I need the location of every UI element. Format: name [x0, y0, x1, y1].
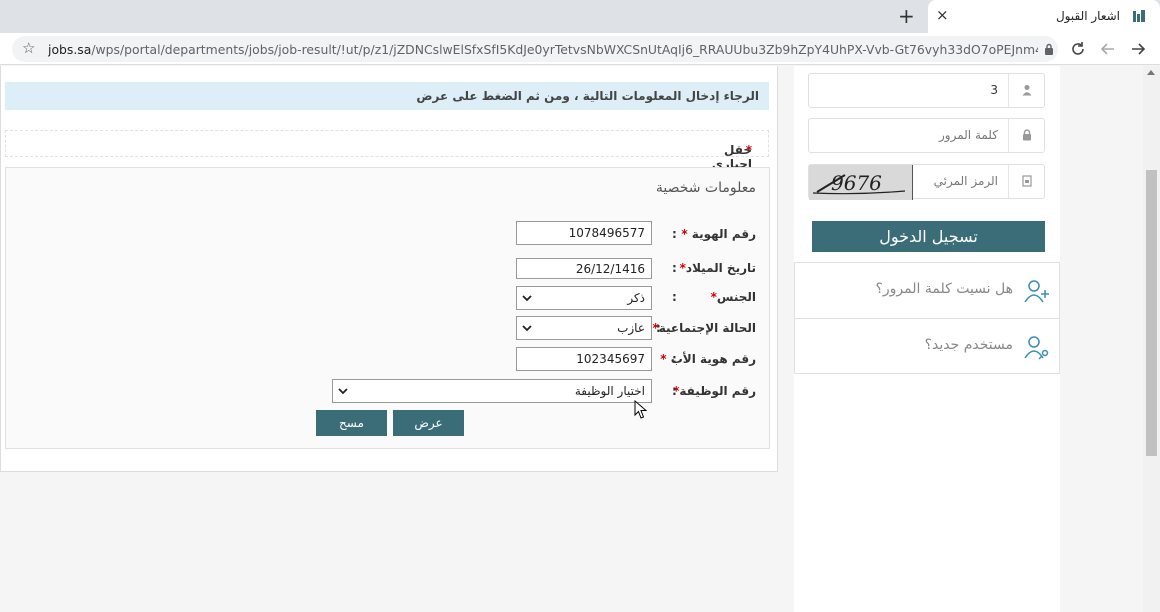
colon: :	[656, 321, 661, 335]
url-path: /wps/portal/departments/jobs/job-result/…	[91, 42, 1038, 57]
captcha-text: 9676	[831, 171, 882, 195]
gender-value: ذكر	[627, 291, 645, 305]
page-content: الرجاء إدخال المعلومات التالية ، ومن ثم …	[0, 66, 1160, 612]
new-user-link[interactable]: مستخدم جديد؟	[795, 319, 1059, 375]
chevron-down-icon	[338, 388, 348, 395]
browser-tab[interactable]: اشعار القبول ×	[928, 0, 1160, 33]
main-panel: الرجاء إدخال المعلومات التالية ، ومن ثم …	[0, 66, 778, 472]
birth-date-value: 26/12/1416	[575, 262, 645, 276]
job-number-label-text: رقم الوظيفة	[679, 384, 756, 398]
lock-icon	[1023, 129, 1031, 141]
info-message-text: الرجاء إدخال المعلومات التالية ، ومن ثم …	[416, 89, 759, 103]
job-number-label: رقم الوظيفة*	[673, 384, 756, 398]
required-field-note: * حقل إجباري	[5, 130, 769, 171]
back-arrow-icon[interactable]	[1100, 41, 1116, 57]
user-icon-box	[1008, 74, 1044, 107]
mouse-cursor-icon	[634, 400, 648, 419]
father-id-value: 102345697	[576, 352, 645, 366]
captcha-input[interactable]: 9676 الرمز المرئي	[808, 164, 1045, 200]
password-input[interactable]: كلمة المرور	[808, 118, 1045, 153]
colon: :	[672, 261, 677, 275]
scrollbar-thumb[interactable]	[1146, 170, 1157, 456]
username-value: 3	[990, 83, 998, 97]
marital-status-label-text: الحالة الإجتماعية	[658, 321, 756, 335]
father-id-input[interactable]: 102345697	[516, 347, 652, 371]
birth-date-label-text: تاريخ الميلاد	[685, 261, 756, 275]
birth-date-input[interactable]: 26/12/1416	[516, 258, 652, 279]
clear-button[interactable]: مسح	[316, 410, 387, 436]
image-icon-box	[1008, 165, 1044, 198]
new-user-text: مستخدم جديد؟	[924, 337, 1013, 353]
tab-close-icon[interactable]: ×	[936, 6, 949, 24]
username-input[interactable]: 3	[808, 73, 1045, 108]
father-id-label-text: رقم هوية الأب	[670, 352, 756, 366]
gender-label: الجنس*	[711, 290, 756, 304]
colon: :	[672, 290, 677, 304]
lock-icon[interactable]	[1044, 43, 1054, 55]
login-button[interactable]: تسجيل الدخول	[812, 221, 1045, 252]
personal-info-form: معلومات شخصية رقم الهوية * : 1078496577 …	[5, 167, 770, 449]
forward-arrow-icon[interactable]	[1130, 41, 1146, 57]
form-section-title: معلومات شخصية	[655, 180, 756, 196]
bookmark-star-icon[interactable]: ☆	[22, 39, 35, 57]
gender-select[interactable]: ذكر	[516, 286, 652, 310]
scroll-up-arrow-icon[interactable]	[1147, 70, 1155, 75]
url-text[interactable]: jobs.sa/wps/portal/departments/jobs/job-…	[48, 42, 1038, 57]
marital-status-select[interactable]: عازب	[516, 316, 652, 340]
user-key-icon	[1024, 336, 1049, 360]
captcha-graphic: 9676	[809, 165, 912, 200]
new-tab-button[interactable]: +	[898, 4, 915, 28]
required-star: *	[660, 352, 667, 366]
required-star: *	[681, 227, 688, 241]
tab-title: اشعار القبول	[1055, 9, 1120, 23]
vertical-scrollbar[interactable]	[1143, 66, 1160, 612]
submit-button[interactable]: عرض	[393, 410, 464, 436]
password-placeholder: كلمة المرور	[938, 128, 998, 142]
colon: :	[672, 384, 677, 398]
reload-icon[interactable]	[1070, 41, 1086, 57]
marital-status-value: عازب	[617, 321, 645, 335]
birth-date-label: تاريخ الميلاد*	[680, 261, 756, 275]
id-number-input[interactable]: 1078496577	[516, 221, 652, 245]
login-sidebar: 3 كلمة المرور 9676 الرمز المرئي تسجيل ال…	[794, 66, 1060, 612]
id-number-label: رقم الهوية *	[681, 227, 756, 241]
browser-tab-strip: اشعار القبول × +	[0, 0, 1160, 33]
job-number-select[interactable]: اختيار الوظيفة	[332, 379, 652, 403]
id-number-label-text: رقم الهوية	[691, 227, 756, 241]
chevron-down-icon	[522, 295, 532, 302]
captcha-image: 9676	[809, 165, 913, 200]
job-number-value: اختيار الوظيفة	[574, 384, 645, 398]
lock-icon-box	[1008, 119, 1044, 152]
user-add-icon	[1024, 280, 1049, 303]
forgot-password-text: هل نسيت كلمة المرور؟	[875, 281, 1013, 297]
site-favicon-icon	[1133, 10, 1145, 22]
image-icon	[1022, 175, 1032, 187]
forgot-password-link[interactable]: هل نسيت كلمة المرور؟	[795, 263, 1059, 319]
address-bar: ☆ jobs.sa/wps/portal/departments/jobs/jo…	[0, 33, 1160, 65]
captcha-placeholder: الرمز المرئي	[933, 174, 998, 188]
info-message: الرجاء إدخال المعلومات التالية ، ومن ثم …	[5, 82, 769, 110]
chevron-down-icon	[522, 325, 532, 332]
colon: :	[672, 352, 677, 366]
omnibox[interactable]: ☆ jobs.sa/wps/portal/departments/jobs/jo…	[12, 36, 1058, 62]
marital-status-label: الحالة الإجتماعية*	[652, 321, 756, 335]
account-links: هل نسيت كلمة المرور؟ مستخدم جديد؟	[794, 262, 1060, 374]
id-number-value: 1078496577	[568, 226, 645, 240]
colon: :	[672, 227, 677, 241]
gender-label-text: الجنس	[716, 290, 756, 304]
user-icon	[1022, 85, 1032, 96]
url-host: jobs.sa	[48, 42, 92, 57]
